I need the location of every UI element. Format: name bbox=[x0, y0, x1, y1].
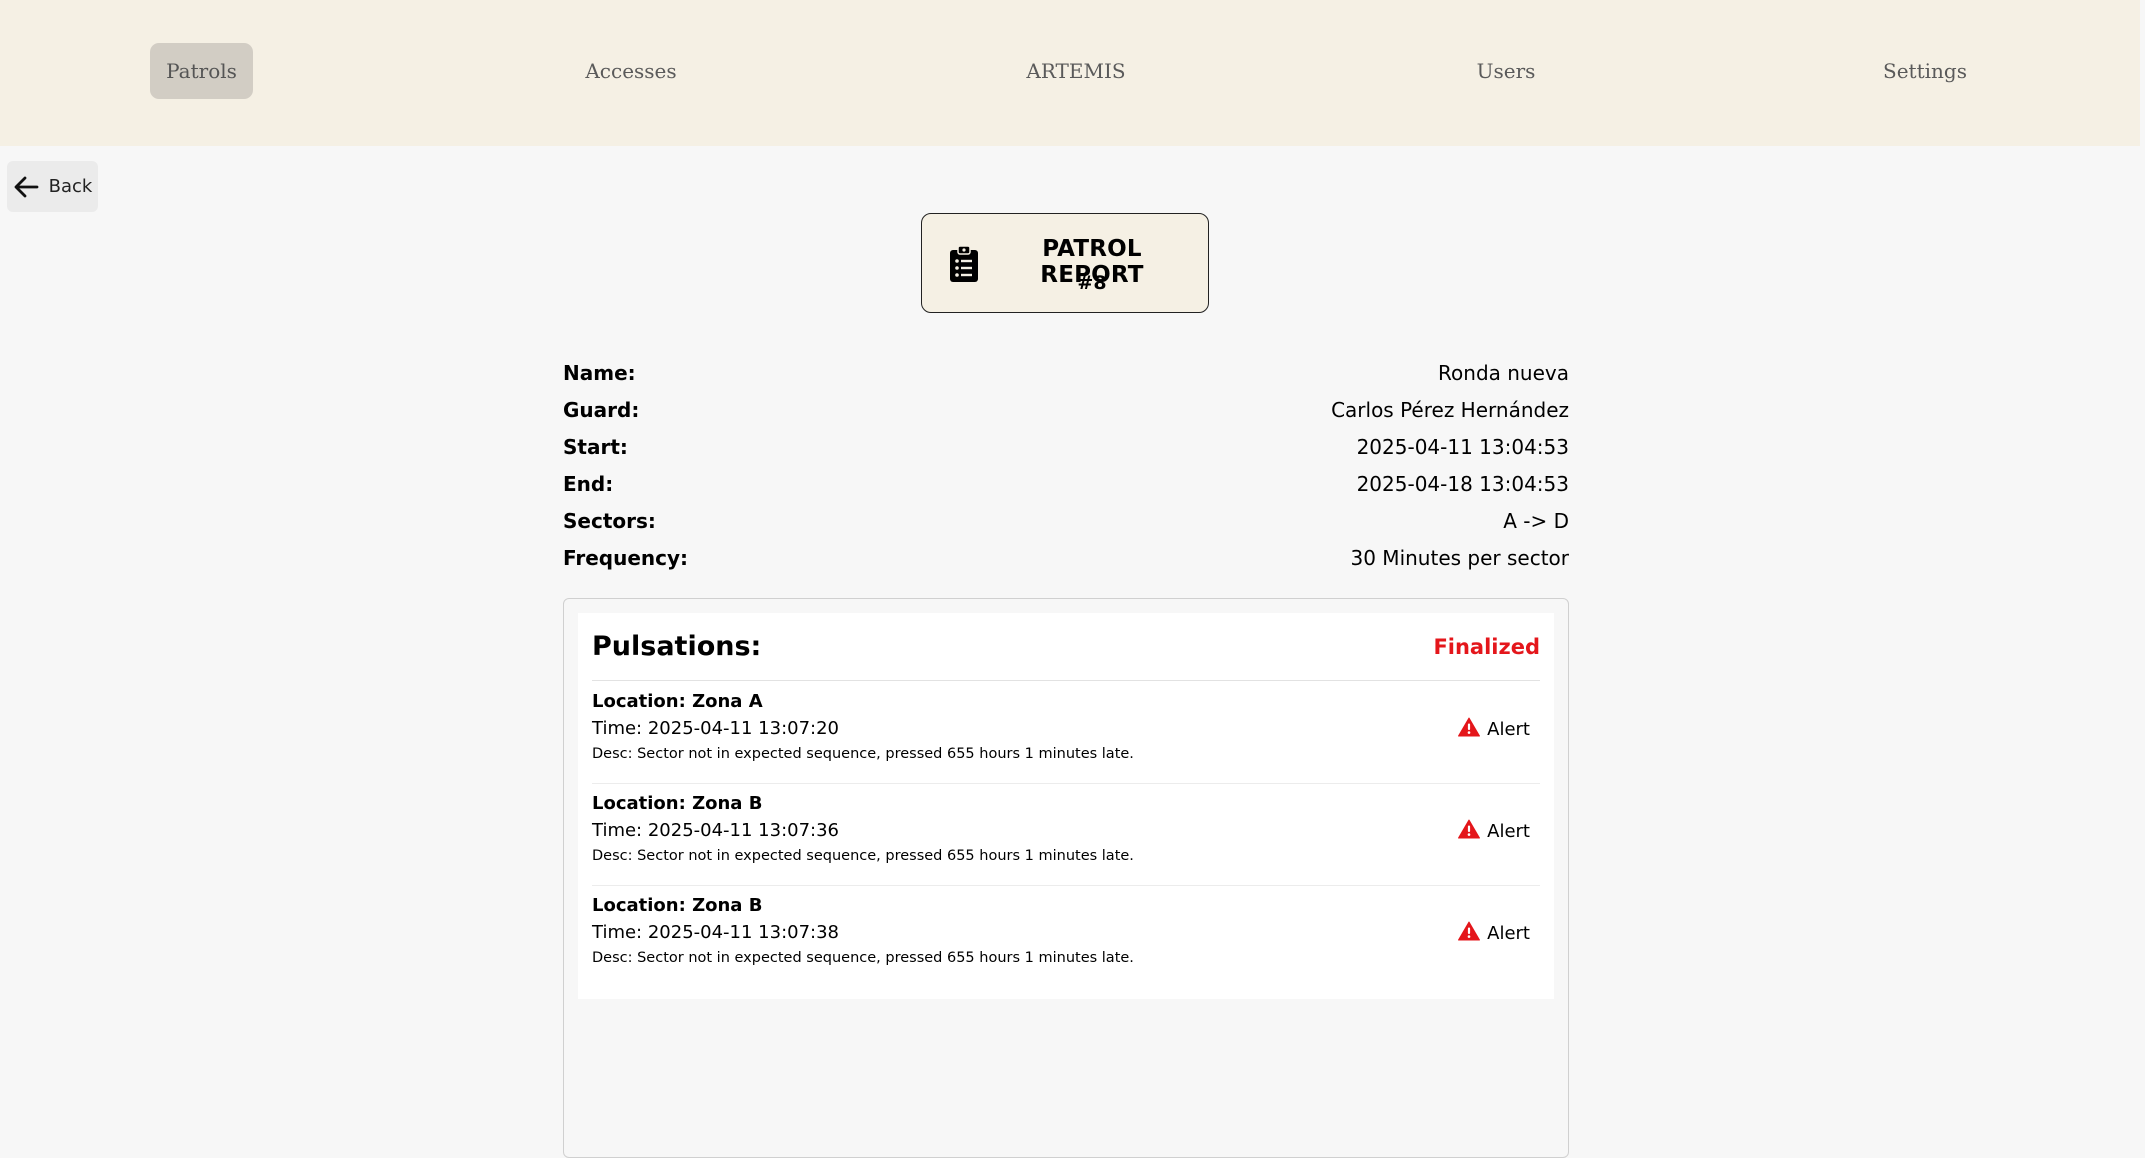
nav-item-patrols[interactable]: Patrols bbox=[150, 43, 253, 99]
alert-badge: Alert bbox=[1458, 921, 1530, 946]
pulsations-panel[interactable]: Pulsations: Finalized Location: Zona A T… bbox=[563, 598, 1569, 1158]
pulse-time: Time: 2025-04-11 13:07:38 bbox=[592, 922, 840, 943]
pulse-time: Time: 2025-04-11 13:07:20 bbox=[592, 718, 840, 739]
report-number: #8 bbox=[1077, 272, 1107, 294]
list-item: Location: Zona B Time: 2025-04-11 13:07:… bbox=[592, 885, 1540, 987]
pulse-time: Time: 2025-04-11 13:07:36 bbox=[592, 820, 840, 841]
alert-label: Alert bbox=[1487, 821, 1530, 842]
detail-value: 2025-04-11 13:04:53 bbox=[1356, 435, 1569, 459]
pulse-location: Location: Zona B bbox=[592, 895, 763, 916]
report-header-card: PATROL REPORT #8 bbox=[921, 213, 1209, 313]
back-button[interactable]: Back bbox=[7, 161, 98, 212]
alert-badge: Alert bbox=[1458, 717, 1530, 742]
nav-item-settings[interactable]: Settings bbox=[1877, 43, 1973, 99]
detail-label: End: bbox=[563, 472, 614, 496]
warning-triangle-icon bbox=[1458, 819, 1481, 844]
detail-row-name: Name: Ronda nueva bbox=[563, 361, 1569, 398]
detail-label: Guard: bbox=[563, 398, 640, 422]
pulse-description: Desc: Sector not in expected sequence, p… bbox=[592, 746, 1134, 762]
list-item: Location: Zona B Time: 2025-04-11 13:07:… bbox=[592, 783, 1540, 886]
detail-row-frequency: Frequency: 30 Minutes per sector bbox=[563, 546, 1569, 583]
pulse-location: Location: Zona A bbox=[592, 691, 763, 712]
detail-label: Frequency: bbox=[563, 546, 689, 570]
detail-value: 2025-04-18 13:04:53 bbox=[1356, 472, 1569, 496]
back-label: Back bbox=[48, 176, 93, 197]
detail-label: Name: bbox=[563, 361, 636, 385]
pulse-description: Desc: Sector not in expected sequence, p… bbox=[592, 848, 1134, 864]
nav-item-users[interactable]: Users bbox=[1460, 43, 1552, 99]
nav-item-accesses[interactable]: Accesses bbox=[570, 43, 692, 99]
alert-badge: Alert bbox=[1458, 819, 1530, 844]
nav-item-artemis[interactable]: ARTEMIS bbox=[1010, 43, 1142, 99]
pulsations-list: Pulsations: Finalized Location: Zona A T… bbox=[578, 613, 1554, 999]
detail-row-end: End: 2025-04-18 13:04:53 bbox=[563, 472, 1569, 509]
arrow-left-icon bbox=[13, 176, 39, 198]
detail-value: 30 Minutes per sector bbox=[1350, 546, 1570, 570]
detail-value: Ronda nueva bbox=[1438, 361, 1569, 385]
pulse-location: Location: Zona B bbox=[592, 793, 763, 814]
alert-label: Alert bbox=[1487, 719, 1530, 740]
detail-row-start: Start: 2025-04-11 13:04:53 bbox=[563, 435, 1569, 472]
detail-row-guard: Guard: Carlos Pérez Hernández bbox=[563, 398, 1569, 435]
detail-label: Start: bbox=[563, 435, 628, 459]
top-navigation: Patrols Accesses ARTEMIS Users Settings bbox=[0, 0, 2140, 146]
status-badge: Finalized bbox=[1433, 635, 1540, 659]
warning-triangle-icon bbox=[1458, 717, 1481, 742]
patrol-details: Name: Ronda nueva Guard: Carlos Pérez He… bbox=[563, 361, 1569, 583]
detail-row-sectors: Sectors: A -> D bbox=[563, 509, 1569, 546]
detail-value: Carlos Pérez Hernández bbox=[1331, 398, 1569, 422]
detail-value: A -> D bbox=[1503, 509, 1569, 533]
warning-triangle-icon bbox=[1458, 921, 1481, 946]
list-item: Location: Zona A Time: 2025-04-11 13:07:… bbox=[592, 681, 1540, 784]
alert-label: Alert bbox=[1487, 923, 1530, 944]
pulsations-title: Pulsations: bbox=[592, 631, 762, 662]
pulsations-header: Pulsations: Finalized bbox=[592, 627, 1540, 681]
pulse-description: Desc: Sector not in expected sequence, p… bbox=[592, 950, 1134, 966]
clipboard-list-icon bbox=[949, 245, 979, 287]
detail-label: Sectors: bbox=[563, 509, 656, 533]
